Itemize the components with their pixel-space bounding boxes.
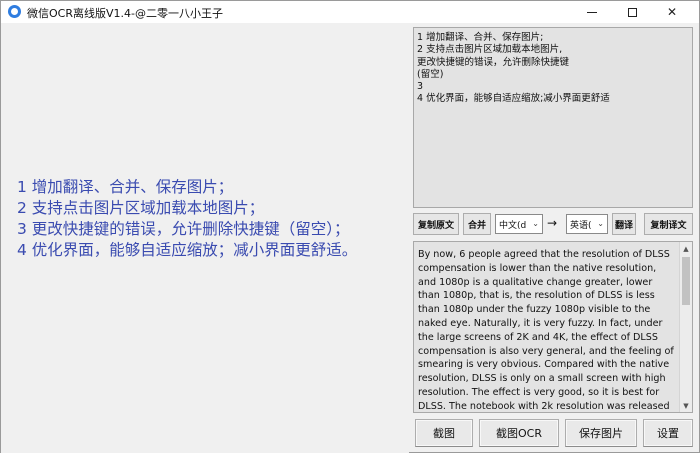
image-text-line: 2 支持点击图片区域加载本地图片； [17,199,265,217]
source-language-value: 中文(d [499,220,527,231]
translation-text: By now, 6 people agreed that the resolut… [418,249,674,412]
image-text-line: 3 更改快捷键的错误，允许删除快捷键（留空）； [17,220,350,238]
close-icon: ✕ [666,5,678,19]
ocr-result-textbox[interactable]: 1 增加翻译、合并、保存图片; 2 支持点击图片区域加载本地图片, 更改快捷键的… [413,27,693,208]
copy-source-button[interactable]: 复制原文 [413,213,459,235]
vertical-scrollbar[interactable]: ▲ ▼ [679,242,692,412]
target-language-value: 英语( [570,220,592,231]
translation-textbox[interactable]: By now, 6 people agreed that the resolut… [413,241,693,413]
copy-translation-button[interactable]: 复制译文 [644,213,693,235]
ocr-result-line: 2 支持点击图片区域加载本地图片, [417,44,563,56]
scroll-down-icon[interactable]: ▼ [680,399,692,412]
target-language-select[interactable]: 英语( ⌄ [566,214,608,234]
maximize-button[interactable] [613,1,651,23]
minimize-icon [587,11,597,13]
app-window: 微信OCR离线版V1.4-@二零一八小王子 ✕ 1 增加翻译、合并、保存图片； … [0,0,700,453]
ocr-result-line: 1 增加翻译、合并、保存图片; [417,32,544,43]
source-language-select[interactable]: 中文(d ⌄ [495,214,543,234]
image-display-area[interactable]: 1 增加翻译、合并、保存图片； 2 支持点击图片区域加载本地图片； 3 更改快捷… [1,23,409,453]
window-title: 微信OCR离线版V1.4-@二零一八小王子 [27,7,223,20]
merge-button[interactable]: 合并 [463,213,491,235]
close-button[interactable]: ✕ [653,1,691,23]
settings-button[interactable]: 设置 [643,419,693,447]
ocr-result-line: 4 优化界面，能够自适应缩放;减小界面更舒适 [417,93,610,105]
screenshot-button[interactable]: 截图 [415,419,473,447]
action-bar: 截图 截图OCR 保存图片 设置 [413,419,693,447]
translate-button[interactable]: 翻译 [612,213,636,235]
ocr-result-line: 更改快捷键的错误，允许删除快捷键 [417,56,570,68]
ocr-result-line: (留空) [417,68,444,80]
scrollbar-thumb[interactable] [682,257,690,305]
minimize-button[interactable] [573,1,611,23]
maximize-icon [627,7,637,17]
ocr-result-line: 3 [417,81,424,93]
image-text-line: 4 优化界面，能够自适应缩放；减小界面更舒适。 [17,241,358,259]
screenshot-ocr-button[interactable]: 截图OCR [479,419,559,447]
app-logo-icon [8,5,21,18]
chevron-down-icon: ⌄ [597,219,604,228]
scroll-up-icon[interactable]: ▲ [680,242,692,255]
title-bar[interactable]: 微信OCR离线版V1.4-@二零一八小王子 ✕ [1,1,699,23]
captured-image-text: 1 增加翻译、合并、保存图片； 2 支持点击图片区域加载本地图片； 3 更改快捷… [17,177,357,261]
save-image-button[interactable]: 保存图片 [565,419,637,447]
chevron-down-icon: ⌄ [532,219,539,228]
arrow-right-icon: → [547,216,558,230]
translation-toolbar: 复制原文 合并 中文(d ⌄ → 英语( ⌄ 翻译 复制译文 [413,213,693,235]
image-text-line: 1 增加翻译、合并、保存图片； [17,178,234,196]
